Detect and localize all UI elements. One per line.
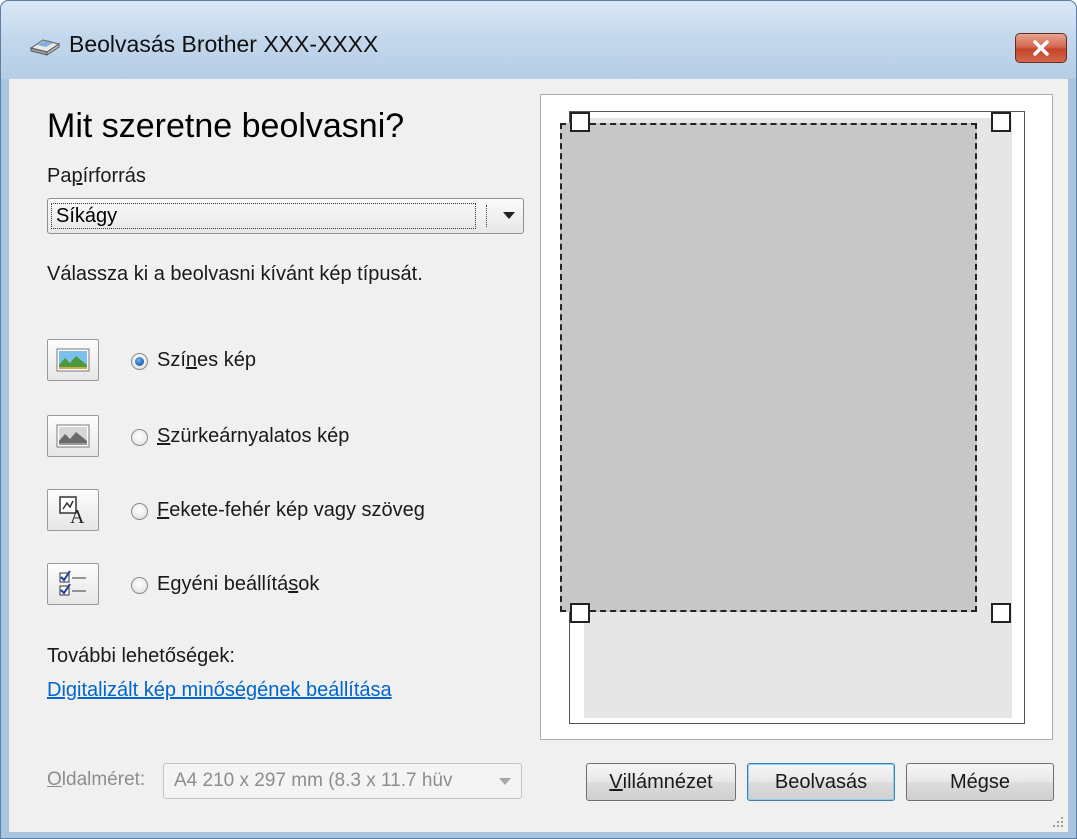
more-options-label: További lehetőségek: xyxy=(47,645,235,667)
page-title: Mit szeretne beolvasni? xyxy=(47,107,405,145)
custom-settings-icon xyxy=(59,570,86,596)
page-size-value: A4 210 x 297 mm (8.3 x 11.7 hüv xyxy=(174,770,453,791)
color-photo-icon xyxy=(56,348,90,372)
grayscale-photo-icon xyxy=(56,424,90,448)
crop-handle-bottom-right[interactable] xyxy=(991,603,1011,623)
scanner-icon xyxy=(29,34,61,58)
option-grayscale-image-label[interactable]: Szürkeárnyalatos kép xyxy=(157,425,349,448)
option-color-image-label[interactable]: Színes kép xyxy=(157,349,256,372)
grayscale-photo-button[interactable] xyxy=(47,415,99,457)
chevron-down-icon xyxy=(499,778,511,785)
text-document-icon: A xyxy=(59,496,85,525)
resize-grip-icon[interactable] xyxy=(1052,816,1064,828)
color-photo-button[interactable] xyxy=(47,339,99,381)
page-size-dropdown[interactable]: A4 210 x 297 mm (8.3 x 11.7 hüv xyxy=(163,763,522,799)
scan-area-selection[interactable] xyxy=(560,123,977,612)
scan-dialog-window: Beolvasás Brother XXX-XXXX Mit szeretne … xyxy=(0,0,1077,839)
radio-black-white[interactable] xyxy=(131,503,148,520)
scan-button[interactable]: Beolvasás xyxy=(747,763,895,801)
crop-handle-top-right[interactable] xyxy=(991,112,1011,132)
quality-settings-link[interactable]: Digitalizált kép minőségének beállítása xyxy=(47,679,392,702)
paper-source-label: Papírforrás xyxy=(47,165,146,187)
radio-custom-settings[interactable] xyxy=(131,577,148,594)
paper-source-value: Síkágy xyxy=(51,203,476,229)
close-button[interactable] xyxy=(1015,33,1067,63)
black-white-button[interactable]: A xyxy=(47,489,99,531)
crop-handle-bottom-left[interactable] xyxy=(570,603,590,623)
cancel-button[interactable]: Mégse xyxy=(906,763,1054,801)
custom-settings-button[interactable] xyxy=(47,563,99,605)
close-icon xyxy=(1033,40,1049,56)
title-bar[interactable]: Beolvasás Brother XXX-XXXX xyxy=(1,1,1076,79)
option-black-white-label[interactable]: Fekete-fehér kép vagy szöveg xyxy=(157,499,425,522)
option-custom-settings-label[interactable]: Egyéni beállítások xyxy=(157,573,319,596)
radio-color-image[interactable] xyxy=(131,353,148,370)
crop-handle-top-left[interactable] xyxy=(570,112,590,132)
preview-pane xyxy=(540,94,1053,740)
radio-grayscale-image[interactable] xyxy=(131,429,148,446)
paper-source-dropdown[interactable]: Síkágy xyxy=(47,198,524,234)
page-size-label: Oldalméret: xyxy=(47,769,146,790)
dialog-body: Mit szeretne beolvasni? Papírforrás Síká… xyxy=(9,79,1068,832)
preview-button[interactable]: Villámnézet xyxy=(586,763,736,801)
svg-text:A: A xyxy=(70,506,85,525)
window-title: Beolvasás Brother XXX-XXXX xyxy=(69,31,379,57)
scan-type-instruction: Válassza ki a beolvasni kívánt kép típus… xyxy=(47,263,423,285)
chevron-down-icon xyxy=(503,212,515,219)
